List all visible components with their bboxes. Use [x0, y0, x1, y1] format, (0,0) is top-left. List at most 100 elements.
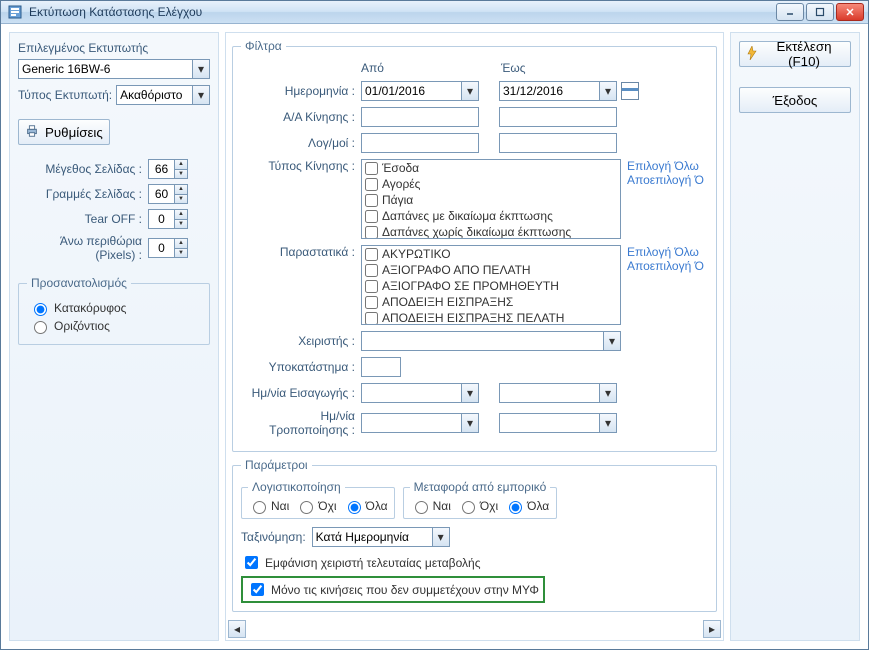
modified-from-input[interactable]	[361, 413, 461, 433]
trans-yes[interactable]: Ναι	[410, 498, 451, 514]
sort-select[interactable]: ▾	[312, 527, 450, 547]
chevron-down-icon[interactable]: ▾	[192, 85, 210, 105]
list-item[interactable]: ΑΠΟΔΕΙΞΗ ΕΙΣΠΡΑΞΗΣ ΠΕΛΑΤΗ	[362, 310, 620, 325]
chk-operator[interactable]: Εμφάνιση χειριστή τελευταίας μεταβολής	[241, 553, 708, 572]
down-icon[interactable]: ▼	[174, 169, 188, 180]
settings-label: Ρυθμίσεις	[45, 125, 103, 140]
top-margin-stepper[interactable]: ▲▼	[148, 238, 188, 258]
up-icon[interactable]: ▲	[174, 159, 188, 169]
chevron-down-icon[interactable]: ▾	[599, 81, 617, 101]
acct-all[interactable]: Όλα	[343, 498, 388, 514]
up-icon[interactable]: ▲	[174, 209, 188, 219]
execute-label: Εκτέλεση (F10)	[764, 39, 844, 69]
maximize-button[interactable]	[806, 3, 834, 21]
tearoff-value[interactable]	[148, 209, 174, 229]
lightning-icon	[746, 46, 758, 63]
up-icon[interactable]: ▲	[174, 238, 188, 248]
chevron-down-icon[interactable]: ▾	[461, 413, 479, 433]
from-header: Από	[361, 61, 481, 75]
created-to-input[interactable]	[499, 383, 599, 403]
chevron-down-icon[interactable]: ▾	[461, 383, 479, 403]
trans-no[interactable]: Όχι	[457, 498, 498, 514]
list-item[interactable]: Δαπάνες με δικαίωμα έκπτωσης	[362, 208, 620, 224]
chevron-down-icon[interactable]: ▾	[432, 527, 450, 547]
chevron-down-icon[interactable]: ▾	[192, 59, 210, 79]
down-icon[interactable]: ▼	[174, 248, 188, 259]
created-from-combo[interactable]: ▾	[361, 383, 479, 403]
list-item[interactable]: Πάγια	[362, 192, 620, 208]
acct-yes[interactable]: Ναι	[248, 498, 289, 514]
scroll-right-button[interactable]: ▸	[703, 620, 721, 638]
docs-listbox[interactable]: ΑΚΥΡΩΤΙΚΟΑΞΙΟΓΡΑΦΟ ΑΠΟ ΠΕΛΑΤΗΑΞΙΟΓΡΑΦΟ Σ…	[361, 245, 621, 325]
orientation-landscape[interactable]: Οριζόντιος	[29, 318, 199, 334]
highlight-myf: Μόνο τις κινήσεις που δεν συμμετέχουν στ…	[241, 576, 545, 603]
printer-select[interactable]: ▾	[18, 59, 210, 79]
list-item[interactable]: ΑΚΥΡΩΤΙΚΟ	[362, 246, 620, 262]
modified-to-input[interactable]	[499, 413, 599, 433]
app-window: Εκτύπωση Κατάστασης Ελέγχου Επιλεγμένος …	[0, 0, 869, 650]
list-item[interactable]: ΑΠΟΔΕΙΞΗ ΕΙΣΠΡΑΞΗΣ	[362, 294, 620, 310]
transfer-group: Μεταφορά από εμπορικό Ναι Όχι Όλα	[403, 480, 558, 519]
scroll-left-button[interactable]: ◂	[228, 620, 246, 638]
execute-button[interactable]: Εκτέλεση (F10)	[739, 41, 851, 67]
chk-myf[interactable]: Μόνο τις κινήσεις που δεν συμμετέχουν στ…	[247, 580, 539, 599]
printer-type-label: Τύπος Εκτυπωτή:	[18, 88, 112, 102]
list-item[interactable]: Έσοδα	[362, 160, 620, 176]
page-lines-value[interactable]	[148, 184, 174, 204]
orientation-portrait[interactable]: Κατακόρυφος	[29, 300, 199, 316]
chevron-down-icon[interactable]: ▾	[599, 383, 617, 403]
down-icon[interactable]: ▼	[174, 194, 188, 205]
acct-to-input[interactable]	[499, 133, 617, 153]
created-to-combo[interactable]: ▾	[499, 383, 617, 403]
acct-from-input[interactable]	[361, 133, 479, 153]
chevron-down-icon[interactable]: ▾	[461, 81, 479, 101]
aa-from-input[interactable]	[361, 107, 479, 127]
calendar-icon[interactable]	[621, 82, 639, 100]
page-lines-stepper[interactable]: ▲▼	[148, 184, 188, 204]
tearoff-stepper[interactable]: ▲▼	[148, 209, 188, 229]
deselect-all-link[interactable]: Αποεπιλογή Ό	[627, 173, 704, 187]
docs-label: Παραστατικά :	[241, 245, 361, 259]
date-from-input[interactable]	[361, 81, 461, 101]
page-size-stepper[interactable]: ▲▼	[148, 159, 188, 179]
chevron-down-icon[interactable]: ▾	[603, 331, 621, 351]
aa-to-input[interactable]	[499, 107, 617, 127]
filters-legend: Φίλτρα	[241, 39, 286, 53]
created-from-input[interactable]	[361, 383, 461, 403]
down-icon[interactable]: ▼	[174, 219, 188, 230]
chevron-down-icon[interactable]: ▾	[599, 413, 617, 433]
movetype-listbox[interactable]: ΈσοδαΑγορέςΠάγιαΔαπάνες με δικαίωμα έκπτ…	[361, 159, 621, 239]
close-button[interactable]	[836, 3, 864, 21]
branch-input[interactable]	[361, 357, 401, 377]
printer-label: Επιλεγμένος Εκτυπωτής	[18, 41, 210, 55]
minimize-button[interactable]	[776, 3, 804, 21]
page-size-value[interactable]	[148, 159, 174, 179]
printer-type-value[interactable]	[116, 85, 192, 105]
date-from-combo[interactable]: ▾	[361, 81, 479, 101]
acct-no[interactable]: Όχι	[295, 498, 336, 514]
select-all-link[interactable]: Επιλογή Όλω	[627, 159, 704, 173]
settings-button[interactable]: Ρυθμίσεις	[18, 119, 110, 145]
trans-all[interactable]: Όλα	[504, 498, 549, 514]
center-panel: Φίλτρα Από Έως Ημερομηνία : ▾	[225, 32, 724, 641]
up-icon[interactable]: ▲	[174, 184, 188, 194]
to-header: Έως	[501, 61, 621, 75]
top-margin-value[interactable]	[148, 238, 174, 258]
movetype-label: Τύπος Κίνησης :	[241, 159, 361, 173]
operator-select[interactable]: ▾	[361, 331, 621, 351]
date-to-combo[interactable]: ▾	[499, 81, 617, 101]
printer-type-select[interactable]: ▾	[116, 85, 210, 105]
printer-value[interactable]	[18, 59, 192, 79]
select-all-link[interactable]: Επιλογή Όλω	[627, 245, 704, 259]
date-to-input[interactable]	[499, 81, 599, 101]
modified-from-combo[interactable]: ▾	[361, 413, 479, 433]
list-item[interactable]: Αγορές	[362, 176, 620, 192]
sort-value[interactable]	[312, 527, 432, 547]
list-item[interactable]: ΑΞΙΟΓΡΑΦΟ ΣΕ ΠΡΟΜΗΘΕΥΤΗ	[362, 278, 620, 294]
operator-input[interactable]	[361, 331, 603, 351]
exit-button[interactable]: Έξοδος	[739, 87, 851, 113]
list-item[interactable]: ΑΞΙΟΓΡΑΦΟ ΑΠΟ ΠΕΛΑΤΗ	[362, 262, 620, 278]
modified-to-combo[interactable]: ▾	[499, 413, 617, 433]
deselect-all-link[interactable]: Αποεπιλογή Ό	[627, 259, 704, 273]
list-item[interactable]: Δαπάνες χωρίς δικαίωμα έκπτωσης	[362, 224, 620, 239]
